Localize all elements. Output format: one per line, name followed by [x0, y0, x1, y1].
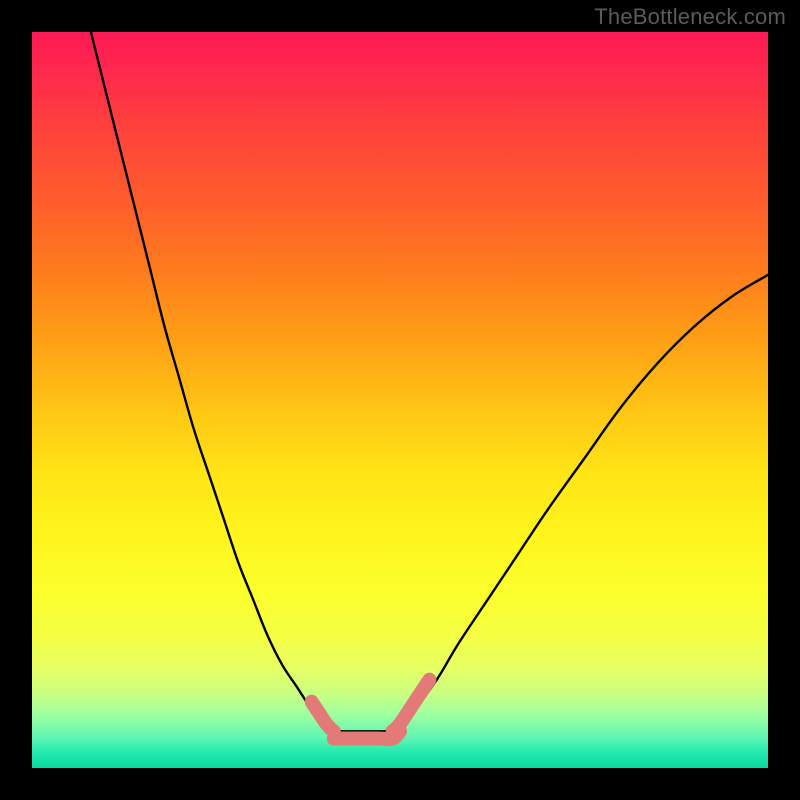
curve-left-curve	[91, 32, 341, 732]
highlight-right-tip	[393, 680, 430, 732]
curves-svg	[32, 32, 768, 768]
curve-right-curve	[385, 275, 768, 731]
highlight-left-tip	[312, 702, 334, 731]
chart-frame: TheBottleneck.com	[0, 0, 800, 800]
plot-area	[32, 32, 768, 768]
watermark-text: TheBottleneck.com	[594, 4, 786, 30]
